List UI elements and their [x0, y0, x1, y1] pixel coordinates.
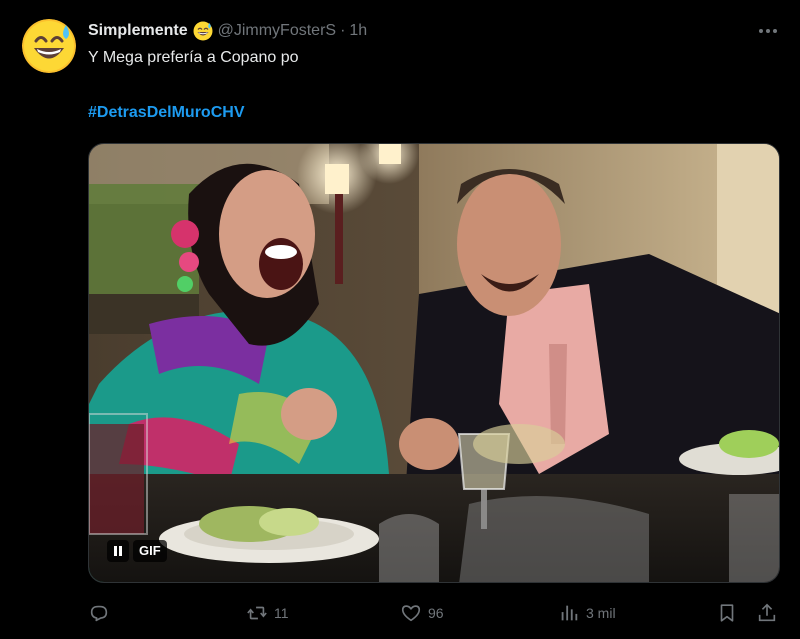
pause-button[interactable]: [107, 540, 129, 562]
tweet-text: Y Mega prefería a Copano po: [88, 49, 299, 66]
gif-badge: GIF: [133, 540, 167, 562]
pause-icon: [114, 546, 122, 556]
tweet[interactable]: Simplemente @JimmyFosterS · 1h Y Mega pr…: [0, 0, 800, 639]
retweet-button[interactable]: 11: [246, 598, 289, 628]
grinning-sweat-emoji-icon: [193, 21, 213, 41]
views-count: 3 mil: [586, 605, 616, 621]
reply-icon: [90, 605, 108, 622]
like-count: 96: [428, 605, 444, 621]
share-icon: [758, 603, 776, 622]
bookmark-button[interactable]: [716, 598, 738, 628]
more-options-button[interactable]: [754, 20, 782, 42]
gif-media[interactable]: [88, 143, 780, 583]
retweet-icon: [247, 606, 267, 620]
separator-dot: ·: [340, 22, 346, 39]
action-bar: 11 96 3 mil: [0, 598, 800, 628]
hashtag-link[interactable]: #DetrasDelMuroCHV: [88, 104, 244, 122]
reply-button[interactable]: [88, 598, 110, 628]
heart-icon: [401, 605, 421, 622]
user-handle[interactable]: @JimmyFosterS: [218, 22, 336, 40]
gif-controls: GIF: [107, 540, 167, 562]
display-name[interactable]: Simplemente: [88, 22, 188, 40]
bookmark-icon: [720, 604, 734, 622]
views-icon: [561, 605, 578, 621]
gif-frame-image: [89, 144, 779, 582]
tweet-header: Simplemente @JimmyFosterS · 1h: [88, 19, 367, 43]
more-dots-icon: [759, 29, 777, 33]
avatar-emoji-image: [22, 19, 76, 73]
like-button[interactable]: 96: [400, 598, 444, 628]
timestamp[interactable]: 1h: [349, 22, 367, 40]
avatar[interactable]: [22, 19, 76, 73]
retweet-count: 11: [274, 605, 289, 621]
views-button[interactable]: 3 mil: [558, 598, 616, 628]
share-button[interactable]: [756, 598, 778, 628]
